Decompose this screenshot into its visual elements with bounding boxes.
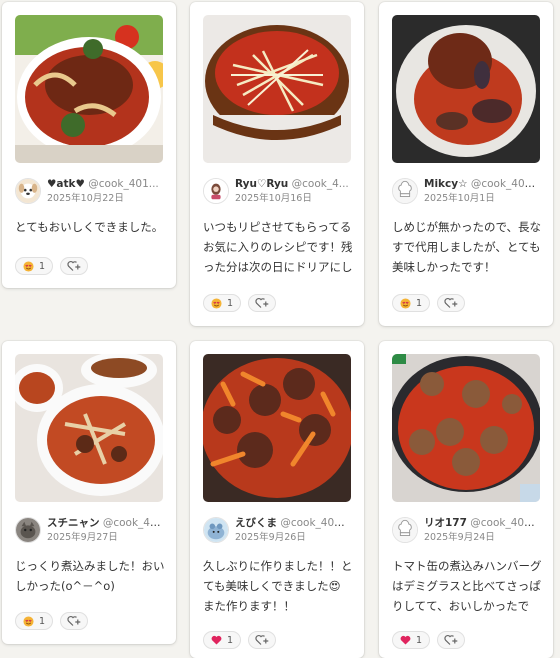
reaction-button[interactable]: 1 [15, 612, 54, 630]
author-row[interactable]: Ryu♡Ryu @cook_4... 2025年10月16日 [203, 175, 351, 207]
author-handle[interactable]: @cook_4066... [470, 517, 540, 529]
reaction-button[interactable]: 1 [392, 631, 431, 649]
comment-text: とてもおいしくできました。 [15, 220, 164, 234]
author-row[interactable]: Mikcy☆ @cook_408... 2025年10月1日 [392, 175, 540, 207]
reaction-count: 1 [39, 260, 46, 272]
smiling-face-hearts-icon [211, 297, 222, 309]
comment-text: いつもリピさせてもらってるお気に入りのレシピです！残った分は次の日にドリアにして… [203, 220, 353, 274]
smiling-face-hearts-icon [400, 297, 411, 309]
add-reaction-button[interactable] [60, 612, 89, 630]
reaction-count: 1 [227, 634, 234, 646]
add-reaction-button[interactable] [437, 631, 466, 649]
reaction-button[interactable]: 1 [203, 294, 242, 312]
author-name[interactable]: Ryu♡Ryu [235, 178, 288, 190]
add-reaction-button[interactable] [437, 294, 466, 312]
reaction-bar: 1 [203, 294, 277, 312]
author-name[interactable]: Mikcy☆ [424, 178, 468, 190]
author-handle[interactable]: @cook_4058... [280, 517, 351, 529]
author-name[interactable]: リオ177 [424, 517, 467, 529]
author-name[interactable]: スチニャン [47, 517, 100, 529]
heart-plus-icon [255, 297, 269, 308]
comment-text: トマト缶の煮込みハンバーグはデミグラスと比べてさっぱりしてて、おいしかったです。 [392, 559, 542, 613]
reaction-count: 1 [416, 634, 423, 646]
reaction-bar: 1 [392, 294, 466, 312]
comment-text: 久しぶりに作りました！！とても美味しくできました😍 また作ります！！ [203, 559, 353, 613]
comment-text: しめじが無かったので、長なすで代用しましたが、とても美味しかったです！ [392, 220, 542, 274]
reaction-count: 1 [227, 297, 234, 309]
author-handle[interactable]: @cook_408... [471, 178, 540, 190]
reaction-count: 1 [416, 297, 423, 309]
author-row[interactable]: えびくま @cook_4058... 2025年9月26日 [203, 514, 351, 546]
author-row[interactable]: ♥atk♥ @cook_401... 2025年10月22日 [15, 175, 163, 207]
chef-hat-icon [393, 179, 417, 203]
cooksnap-card[interactable]: Mikcy☆ @cook_408... 2025年10月1日 しめじが無かったの… [379, 2, 553, 326]
cooksnap-card[interactable]: Ryu♡Ryu @cook_4... 2025年10月16日 いつもリピさせても… [190, 2, 364, 326]
add-reaction-button[interactable] [248, 294, 277, 312]
avatar[interactable] [15, 517, 41, 543]
add-reaction-button[interactable] [248, 631, 277, 649]
reaction-bar: 1 [203, 631, 277, 649]
chef-hat-icon [393, 518, 417, 542]
comment-text: じっくり煮込みました！おいしかった(o^－^o) [15, 559, 165, 593]
post-date: 2025年9月27日 [47, 532, 118, 543]
heart-icon [211, 635, 222, 645]
avatar[interactable] [203, 517, 229, 543]
author-handle[interactable]: @cook_401... [88, 178, 159, 190]
avatar[interactable] [15, 178, 41, 204]
author-handle[interactable]: @cook_403... [103, 517, 163, 529]
avatar[interactable] [392, 178, 418, 204]
post-date: 2025年9月24日 [424, 532, 495, 543]
post-date: 2025年10月1日 [424, 193, 495, 204]
heart-plus-icon [67, 260, 81, 271]
avatar[interactable] [203, 178, 229, 204]
cooksnap-card[interactable]: えびくま @cook_4058... 2025年9月26日 久しぶりに作りました… [190, 341, 364, 658]
reaction-button[interactable]: 1 [392, 294, 431, 312]
cooksnap-grid: ♥atk♥ @cook_401... 2025年10月22日 とてもおいしくでき… [0, 0, 560, 658]
cooksnap-card[interactable]: スチニャン @cook_403... 2025年9月27日 じっくり煮込みました… [2, 341, 176, 644]
reaction-bar: 1 [15, 612, 89, 630]
post-date: 2025年9月26日 [235, 532, 306, 543]
dish-photo[interactable] [203, 354, 351, 502]
reaction-count: 1 [39, 615, 46, 627]
reaction-bar: 1 [15, 257, 89, 275]
heart-plus-icon [255, 634, 269, 645]
heart-plus-icon [444, 297, 458, 308]
avatar[interactable] [392, 517, 418, 543]
heart-icon [400, 635, 411, 645]
dish-photo[interactable] [392, 354, 540, 502]
dish-photo[interactable] [15, 15, 163, 163]
post-date: 2025年10月22日 [47, 193, 124, 204]
heart-plus-icon [67, 615, 81, 626]
reaction-button[interactable]: 1 [15, 257, 54, 275]
add-reaction-button[interactable] [60, 257, 89, 275]
smiling-face-hearts-icon [23, 260, 34, 272]
author-handle[interactable]: @cook_4... [292, 178, 349, 190]
author-row[interactable]: スチニャン @cook_403... 2025年9月27日 [15, 514, 163, 546]
reaction-button[interactable]: 1 [203, 631, 242, 649]
dish-photo[interactable] [392, 15, 540, 163]
cooksnap-card[interactable]: ♥atk♥ @cook_401... 2025年10月22日 とてもおいしくでき… [2, 2, 176, 288]
post-date: 2025年10月16日 [235, 193, 312, 204]
smiling-face-hearts-icon [23, 615, 34, 627]
author-name[interactable]: ♥atk♥ [47, 178, 85, 190]
reaction-bar: 1 [392, 631, 466, 649]
dish-photo[interactable] [15, 354, 163, 502]
author-name[interactable]: えびくま [235, 517, 277, 529]
heart-plus-icon [444, 634, 458, 645]
cooksnap-card[interactable]: リオ177 @cook_4066... 2025年9月24日 トマト缶の煮込みハ… [379, 341, 553, 658]
author-row[interactable]: リオ177 @cook_4066... 2025年9月24日 [392, 514, 540, 546]
dish-photo[interactable] [203, 15, 351, 163]
